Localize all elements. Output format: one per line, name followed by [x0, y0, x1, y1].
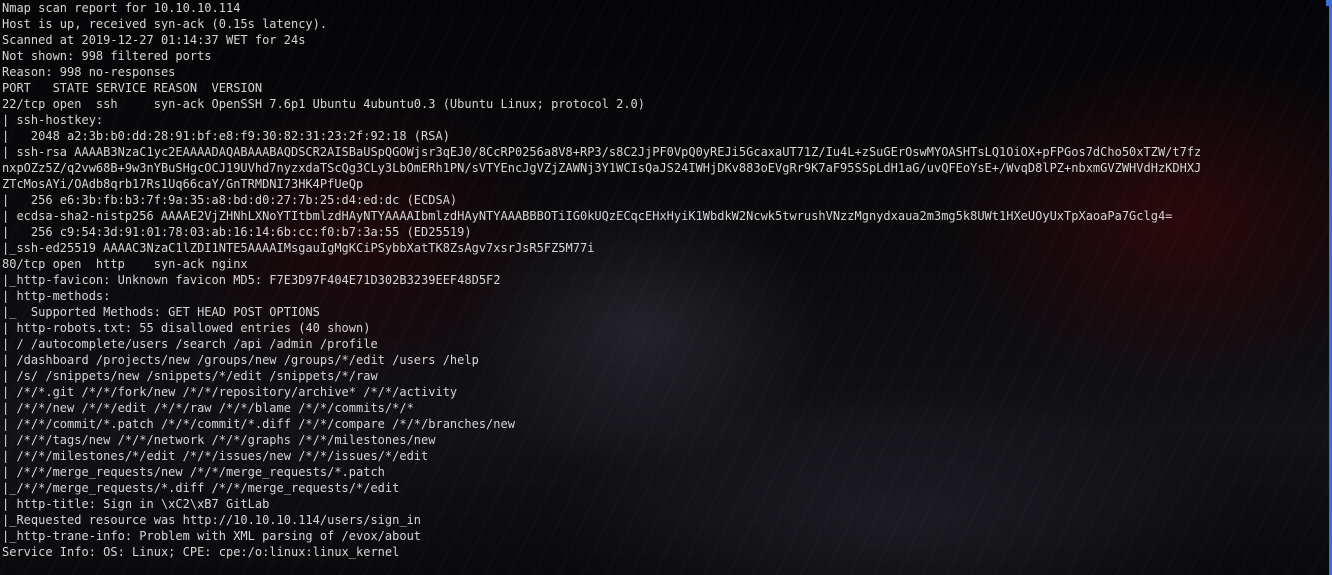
terminal-output: Nmap scan report for 10.10.10.114 Host is… [2, 0, 1201, 560]
terminal-line: | ssh-rsa AAAAB3NzaC1yc2EAAAADAQABAAABAQ… [2, 145, 1202, 159]
terminal-line: | http-methods: [2, 289, 111, 303]
terminal-line: |_ssh-ed25519 AAAAC3NzaC1lZDI1NTE5AAAAIM… [2, 241, 595, 255]
terminal-line: |_http-trane-info: Problem with XML pars… [2, 529, 422, 543]
terminal-line: | http-robots.txt: 55 disallowed entries… [2, 321, 371, 335]
terminal-line: | /*/*/tags/new /*/*/network /*/*/graphs… [2, 433, 436, 447]
terminal-line: |_Requested resource was http://10.10.10… [2, 513, 422, 527]
terminal-line: 22/tcp open ssh syn-ack OpenSSH 7.6p1 Ub… [2, 97, 645, 111]
terminal-line: | /*/*/commit/*.patch /*/*/commit/*.diff… [2, 417, 515, 431]
terminal-window[interactable]: Nmap scan report for 10.10.10.114 Host is… [0, 0, 1332, 575]
terminal-line: | /*/*.git /*/*/fork/new /*/*/repository… [2, 385, 458, 399]
terminal-line: |_ Supported Methods: GET HEAD POST OPTI… [2, 305, 320, 319]
terminal-line: PORT STATE SERVICE REASON VERSION [2, 81, 263, 95]
terminal-line: Scanned at 2019-12-27 01:14:37 WET for 2… [2, 33, 306, 47]
terminal-line: | 256 e6:3b:fb:b3:7f:9a:35:a8:bd:d0:27:7… [2, 193, 458, 207]
terminal-line: nxpOZz5Z/q2vw68B+9w3nYBuSHgcOCJ19UVhd7ny… [2, 161, 1202, 175]
terminal-line: |_/*/*/merge_requests/*.diff /*/*/merge_… [2, 481, 400, 495]
terminal-line: |_http-favicon: Unknown favicon MD5: F7E… [2, 273, 501, 287]
terminal-line: | /*/*/milestones/*/edit /*/*/issues/new… [2, 449, 429, 463]
terminal-line: Service Info: OS: Linux; CPE: cpe:/o:lin… [2, 545, 400, 559]
terminal-line: | 2048 a2:3b:b0:dd:28:91:bf:e8:f9:30:82:… [2, 129, 450, 143]
terminal-line: | 256 c9:54:3d:91:01:78:03:ab:16:14:6b:c… [2, 225, 472, 239]
terminal-line: | /s/ /snippets/new /snippets/*/edit /sn… [2, 369, 378, 383]
terminal-line: Not shown: 998 filtered ports [2, 49, 212, 63]
terminal-line: | /*/*/new /*/*/edit /*/*/raw /*/*/blame… [2, 401, 414, 415]
terminal-line: | / /autocomplete/users /search /api /ad… [2, 337, 378, 351]
terminal-line: Reason: 998 no-responses [2, 65, 176, 79]
terminal-line: | /*/*/merge_requests/new /*/*/merge_req… [2, 465, 385, 479]
terminal-line: 80/tcp open http syn-ack nginx [2, 257, 248, 271]
terminal-line: | ecdsa-sha2-nistp256 AAAAE2VjZHNhLXNoYT… [2, 209, 1173, 223]
terminal-line: | /dashboard /projects/new /groups/new /… [2, 353, 479, 367]
terminal-line: Host is up, received syn-ack (0.15s late… [2, 17, 328, 31]
terminal-line: | http-title: Sign in \xC2\xB7 GitLab [2, 497, 270, 511]
window-corner-icon [1326, 0, 1332, 6]
terminal-line: ZTcMosAYi/OAdb8qrb17Rs1Uq66caY/GnTRMDNI7… [2, 177, 364, 191]
terminal-line: Nmap scan report for 10.10.10.114 [2, 1, 241, 15]
terminal-line: | ssh-hostkey: [2, 113, 104, 127]
